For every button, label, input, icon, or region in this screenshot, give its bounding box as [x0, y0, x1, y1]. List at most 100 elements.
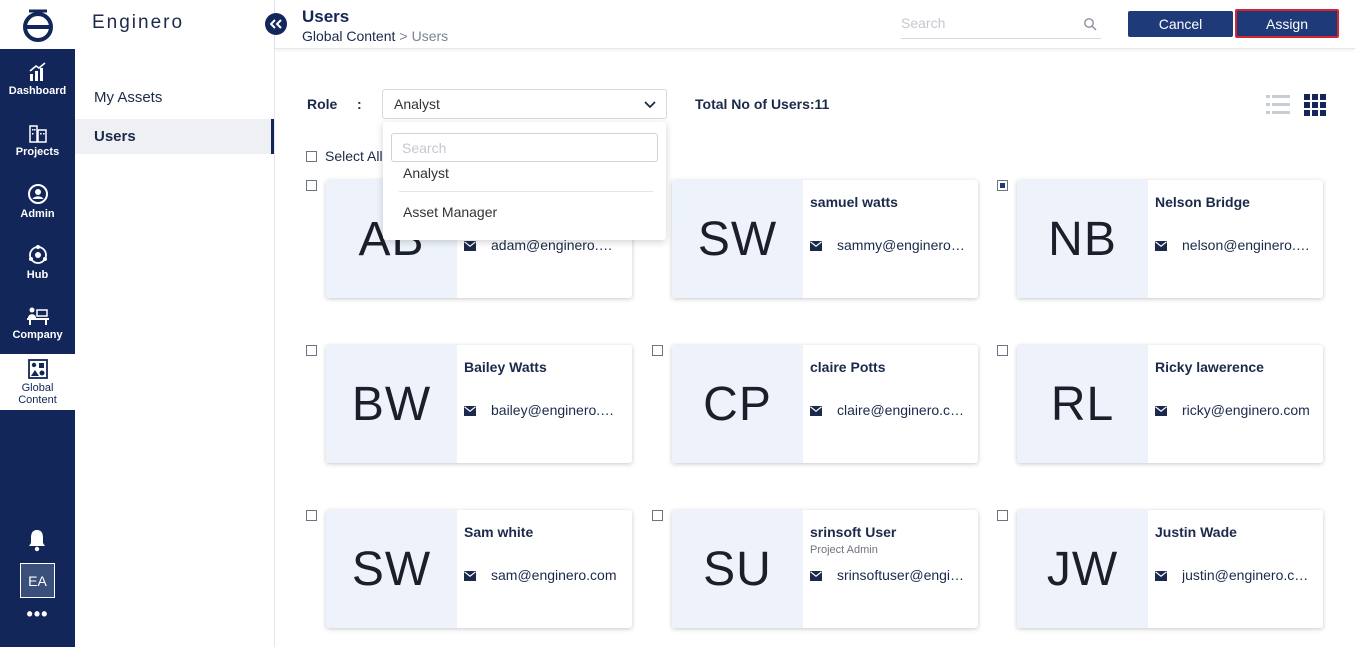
user-email: justin@enginero.com: [1182, 567, 1310, 583]
breadcrumb-users: Users: [411, 28, 449, 44]
header-search: [901, 15, 1101, 39]
user-card-checkbox[interactable]: [997, 345, 1008, 356]
search-input[interactable]: [901, 15, 1071, 31]
user-name: Nelson Bridge: [1155, 194, 1250, 210]
hub-icon: [28, 244, 47, 264]
breadcrumb-global-content[interactable]: Global Content: [302, 28, 395, 44]
rail-item-projects[interactable]: Projects: [0, 111, 75, 169]
user-name: claire Potts: [810, 359, 886, 375]
chart-icon: [28, 61, 46, 81]
mail-icon: [464, 241, 476, 251]
sidebar: Enginero My Assets Users: [75, 0, 287, 647]
user-name: samuel watts: [810, 194, 898, 210]
rail-item-label: Global Content: [18, 381, 57, 406]
user-card-checkbox[interactable]: [306, 510, 317, 521]
select-all[interactable]: Select All: [306, 148, 383, 164]
user-initials: BW: [326, 345, 457, 463]
user-name: Justin Wade: [1155, 524, 1237, 540]
user-name: srinsoft User: [810, 524, 897, 540]
user-card[interactable]: SW samuel watts sammy@enginero.com: [672, 180, 978, 298]
page-title: Users: [302, 7, 350, 26]
user-card[interactable]: NB Nelson Bridge nelson@enginero.com: [1017, 180, 1323, 298]
app-logo[interactable]: [0, 0, 75, 49]
mail-icon: [464, 571, 476, 581]
user-card[interactable]: SW Sam white sam@enginero.com: [326, 510, 632, 628]
collapse-sidebar-button[interactable]: [265, 13, 287, 35]
role-label: Role: [307, 96, 338, 112]
rail-item-global-content[interactable]: Global Content: [0, 354, 75, 410]
user-card[interactable]: SU srinsoft User Project Admin srinsoftuser…: [672, 510, 978, 628]
mail-icon: [810, 571, 822, 581]
user-email: claire@enginero.com: [837, 402, 965, 418]
rail-item-label: Admin: [20, 207, 55, 220]
select-all-checkbox[interactable]: [306, 150, 317, 162]
list-view-icon[interactable]: [1266, 94, 1290, 116]
user-email: srinsoftuser@enginero.com: [837, 567, 965, 583]
user-name: Bailey Watts: [464, 359, 547, 375]
rail-item-admin[interactable]: Admin: [0, 172, 75, 230]
user-card-checkbox[interactable]: [652, 345, 663, 356]
mail-icon: [1155, 571, 1167, 581]
mail-icon: [464, 406, 476, 416]
buildings-icon: [28, 124, 47, 143]
dropdown-search-input[interactable]: Search: [391, 133, 658, 162]
mail-icon: [1155, 406, 1167, 416]
mail-icon: [810, 241, 822, 251]
user-email: ricky@enginero.com: [1182, 402, 1310, 418]
search-icon[interactable]: [1083, 17, 1097, 31]
page-header: Users Global Content>Users Cancel Assign: [275, 0, 1355, 49]
grid-view-icon[interactable]: [1304, 94, 1326, 116]
user-card-checkbox[interactable]: [652, 510, 663, 521]
role-dropdown-menu: Search Analyst Asset Manager: [383, 122, 666, 240]
rail-item-hub[interactable]: Hub: [0, 233, 75, 291]
double-chevron-left-icon: [270, 19, 282, 29]
user-email: nelson@enginero.com: [1182, 237, 1310, 253]
rail-item-label: Dashboard: [8, 84, 67, 97]
sidebar-item-users[interactable]: Users: [75, 119, 274, 154]
bell-icon[interactable]: [26, 528, 48, 552]
user-card-checkbox[interactable]: [997, 510, 1008, 521]
role-select-value: Analyst: [394, 96, 440, 112]
rail-item-company[interactable]: Company: [0, 294, 75, 352]
user-card[interactable]: JW Justin Wade justin@enginero.com: [1017, 510, 1323, 628]
user-card[interactable]: RL Ricky lawerence ricky@enginero.com: [1017, 345, 1323, 463]
role-select[interactable]: Analyst: [382, 89, 667, 119]
mail-icon: [810, 406, 822, 416]
company-icon: [26, 307, 49, 325]
sidebar-item-my-assets[interactable]: My Assets: [75, 80, 274, 115]
user-name: Ricky lawerence: [1155, 359, 1264, 375]
rail-item-label: Company: [12, 328, 63, 341]
role-colon: :: [357, 96, 362, 112]
user-card-checkbox[interactable]: [306, 345, 317, 356]
user-initials: SU: [672, 510, 803, 628]
nav-rail: Dashboard Projects Admin Hub Company Glo…: [0, 0, 75, 647]
select-all-label: Select All: [325, 148, 383, 164]
rail-item-label: Projects: [15, 145, 60, 158]
dropdown-divider: [399, 191, 653, 192]
dropdown-option-analyst[interactable]: Analyst: [403, 165, 449, 181]
user-role: Project Admin: [810, 544, 878, 556]
global-content-icon: [27, 358, 48, 379]
breadcrumb-separator: >: [399, 28, 408, 44]
user-initials: NB: [1017, 180, 1148, 298]
user-initials: SW: [326, 510, 457, 628]
avatar[interactable]: EA: [20, 563, 55, 598]
total-users-count: Total No of Users:11: [695, 96, 830, 112]
user-card[interactable]: BW Bailey Watts bailey@enginero.com: [326, 345, 632, 463]
user-card-checkbox[interactable]: [997, 180, 1008, 191]
user-card-checkbox[interactable]: [306, 180, 317, 191]
mail-icon: [1155, 241, 1167, 251]
enginero-logo-icon: [22, 9, 53, 42]
brand-name: Enginero: [92, 12, 185, 33]
assign-button[interactable]: Assign: [1235, 9, 1339, 38]
user-email: sam@enginero.com: [491, 567, 617, 583]
user-email: bailey@enginero.com: [491, 402, 619, 418]
dropdown-option-asset-manager[interactable]: Asset Manager: [403, 204, 497, 220]
user-initials: JW: [1017, 510, 1148, 628]
cancel-button[interactable]: Cancel: [1128, 11, 1233, 37]
user-card[interactable]: CP claire Potts claire@enginero.com: [672, 345, 978, 463]
rail-item-dashboard[interactable]: Dashboard: [0, 50, 75, 108]
breadcrumb: Global Content > Users: [302, 28, 448, 44]
more-icon[interactable]: •••: [0, 604, 75, 625]
user-initials: SW: [672, 180, 803, 298]
